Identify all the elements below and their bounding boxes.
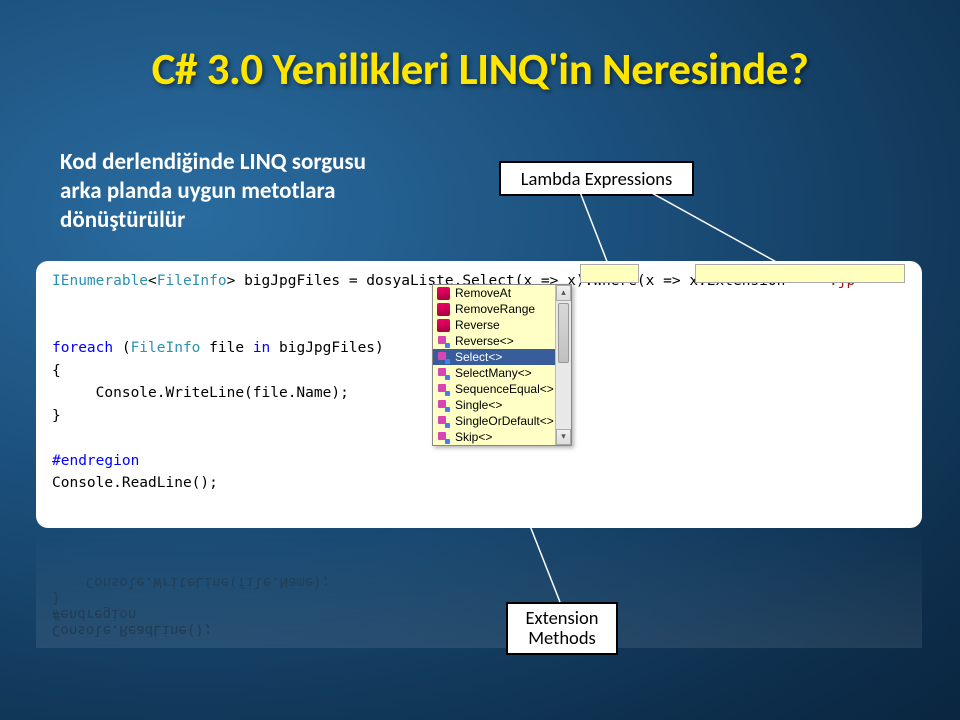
intellisense-item[interactable]: RemoveRange: [433, 301, 571, 317]
code-reflection: Console.ReadLine();#endregion} Console.W…: [36, 528, 922, 648]
intellisense-item[interactable]: Reverse: [433, 317, 571, 333]
extension-method-icon: [437, 431, 450, 444]
lambda-highlight-2: [695, 264, 905, 283]
intellisense-item-label: SelectMany<>: [455, 366, 532, 380]
intellisense-item-label: SingleOrDefault<>: [455, 414, 554, 428]
slide-subtitle: Kod derlendiğinde LINQ sorgusu arka plan…: [60, 148, 410, 234]
extension-method-icon: [437, 367, 450, 380]
intellisense-item-label: RemoveRange: [455, 302, 535, 316]
slide-title: C# 3.0 Yenilikleri LINQ'in Neresinde?: [0, 42, 960, 97]
intellisense-item-label: Single<>: [455, 398, 502, 412]
extension-methods-label: Extension Methods: [506, 602, 618, 655]
method-icon: [437, 303, 450, 316]
lambda-expressions-label: Lambda Expressions: [499, 161, 694, 196]
lambda-highlight-1: [580, 264, 639, 283]
intellisense-item[interactable]: SelectMany<>: [433, 365, 571, 381]
intellisense-item-label: SequenceEqual<>: [455, 382, 554, 396]
intellisense-item[interactable]: Select<>: [433, 349, 571, 365]
extension-method-icon: [437, 399, 450, 412]
extension-method-icon: [437, 351, 450, 364]
intellisense-item[interactable]: Single<>: [433, 397, 571, 413]
intellisense-item[interactable]: SequenceEqual<>: [433, 381, 571, 397]
extension-method-icon: [437, 335, 450, 348]
scroll-down-icon[interactable]: ▾: [556, 429, 571, 445]
scrollbar[interactable]: ▴ ▾: [555, 285, 571, 445]
intellisense-item-label: Skip<>: [455, 430, 492, 444]
intellisense-item-label: Reverse<>: [455, 334, 514, 348]
lambda-connector-2: [630, 192, 810, 264]
scroll-up-icon[interactable]: ▴: [556, 285, 571, 301]
intellisense-item-label: RemoveAt: [455, 286, 511, 300]
intellisense-item[interactable]: Reverse<>: [433, 333, 571, 349]
scroll-thumb[interactable]: [558, 303, 569, 363]
intellisense-item-label: Reverse: [455, 318, 500, 332]
intellisense-popup[interactable]: RemoveAt RemoveRange Reverse Reverse<> Selec…: [432, 284, 572, 446]
intellisense-item[interactable]: SingleOrDefault<>: [433, 413, 571, 429]
method-icon: [437, 319, 450, 332]
extension-method-icon: [437, 383, 450, 396]
method-icon: [437, 287, 450, 300]
intellisense-item-label: Select<>: [455, 350, 502, 364]
intellisense-item[interactable]: RemoveAt: [433, 285, 571, 301]
intellisense-item[interactable]: Skip<>: [433, 429, 571, 445]
lambda-connector-1: [540, 192, 620, 264]
extension-method-icon: [437, 415, 450, 428]
